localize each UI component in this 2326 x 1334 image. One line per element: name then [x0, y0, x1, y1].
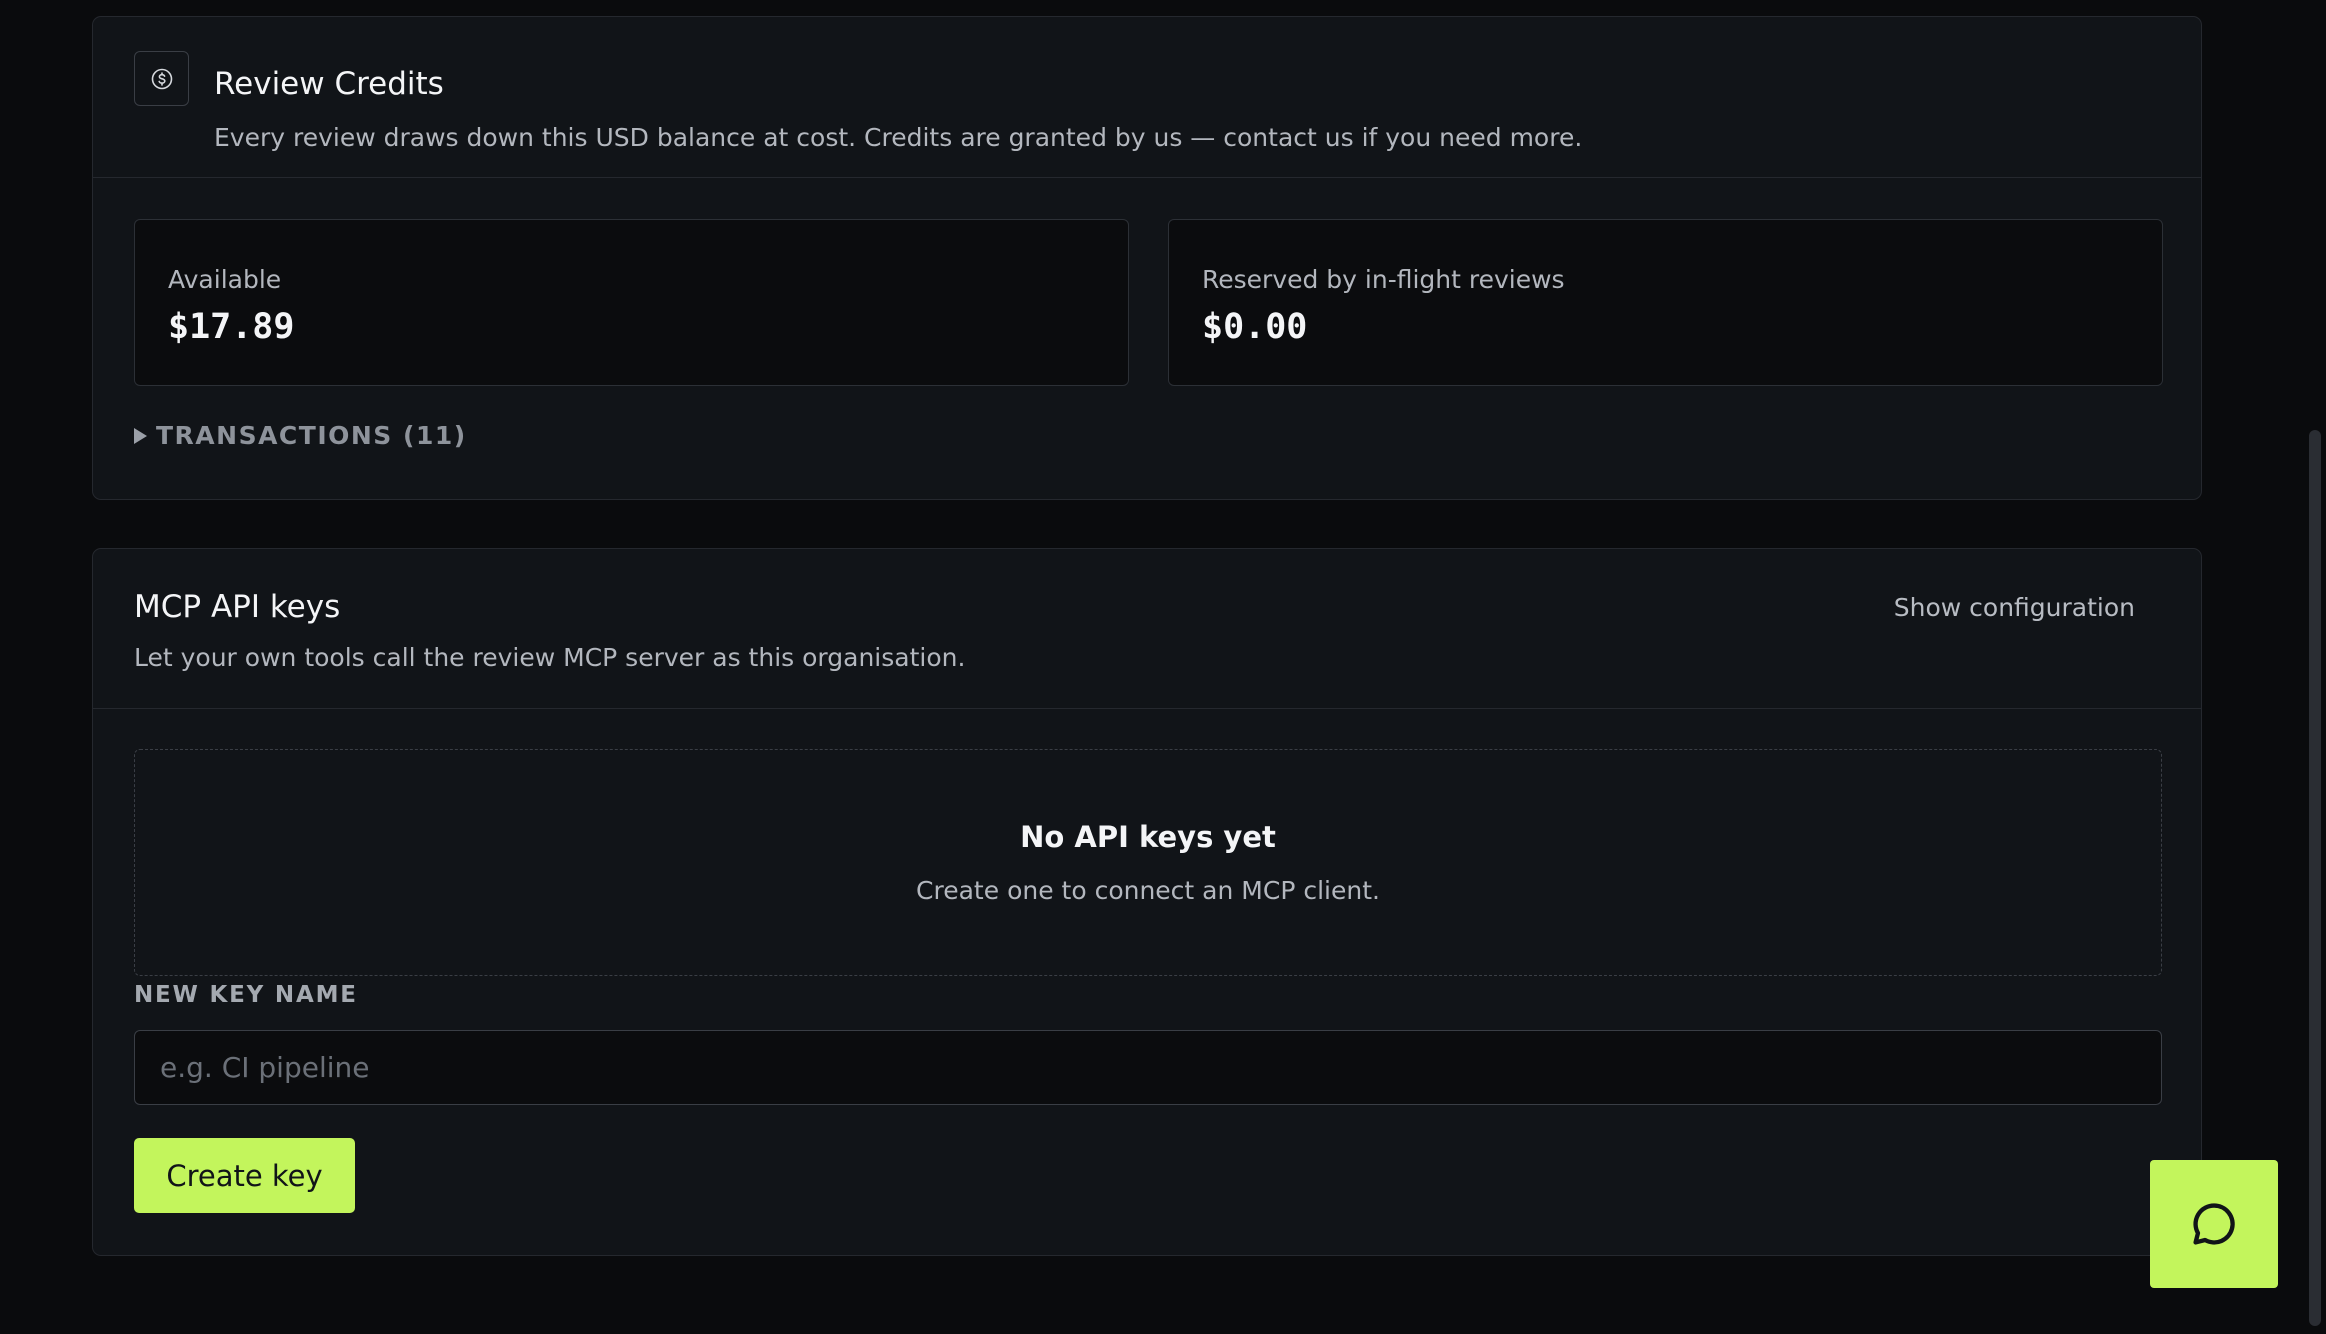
page-scrollbar[interactable] — [2304, 0, 2326, 1334]
empty-keys-title: No API keys yet — [1020, 820, 1276, 854]
empty-keys-state: No API keys yet Create one to connect an… — [134, 749, 2162, 976]
available-label: Available — [168, 265, 282, 294]
reserved-value: $0.00 — [1202, 307, 1308, 347]
new-key-name-input[interactable] — [134, 1030, 2162, 1105]
settings-page: Review Credits Every review draws down t… — [0, 0, 2326, 1334]
review-credits-header: Review Credits Every review draws down t… — [93, 17, 2201, 178]
review-credits-card: Review Credits Every review draws down t… — [92, 16, 2202, 500]
mcp-api-keys-description: Let your own tools call the review MCP s… — [134, 643, 966, 672]
transactions-label: TRANSACTIONS (11) — [156, 421, 467, 450]
transactions-toggle[interactable]: TRANSACTIONS (11) — [134, 423, 467, 448]
show-configuration-button[interactable]: Show configuration — [1894, 595, 2135, 620]
empty-keys-description: Create one to connect an MCP client. — [916, 876, 1380, 905]
create-key-button[interactable]: Create key — [134, 1138, 355, 1213]
chat-bubble-icon — [2193, 1203, 2235, 1245]
mcp-api-keys-card: MCP API keys Let your own tools call the… — [92, 548, 2202, 1256]
new-key-name-label: NEW KEY NAME — [134, 982, 358, 1008]
available-value: $17.89 — [168, 307, 295, 347]
review-credits-title: Review Credits — [214, 66, 444, 102]
reserved-balance-box: Reserved by in-flight reviews $0.00 — [1168, 219, 2163, 386]
scrollbar-thumb[interactable] — [2309, 430, 2321, 1326]
available-balance-box: Available $17.89 — [134, 219, 1129, 386]
reserved-label: Reserved by in-flight reviews — [1202, 265, 1565, 294]
mcp-api-keys-title: MCP API keys — [134, 589, 341, 625]
review-credits-description: Every review draws down this USD balance… — [214, 123, 1583, 152]
chat-button[interactable] — [2150, 1160, 2278, 1288]
mcp-api-keys-header: MCP API keys Let your own tools call the… — [93, 549, 2201, 709]
caret-right-icon — [134, 427, 147, 444]
dollar-coin-icon — [134, 51, 189, 106]
